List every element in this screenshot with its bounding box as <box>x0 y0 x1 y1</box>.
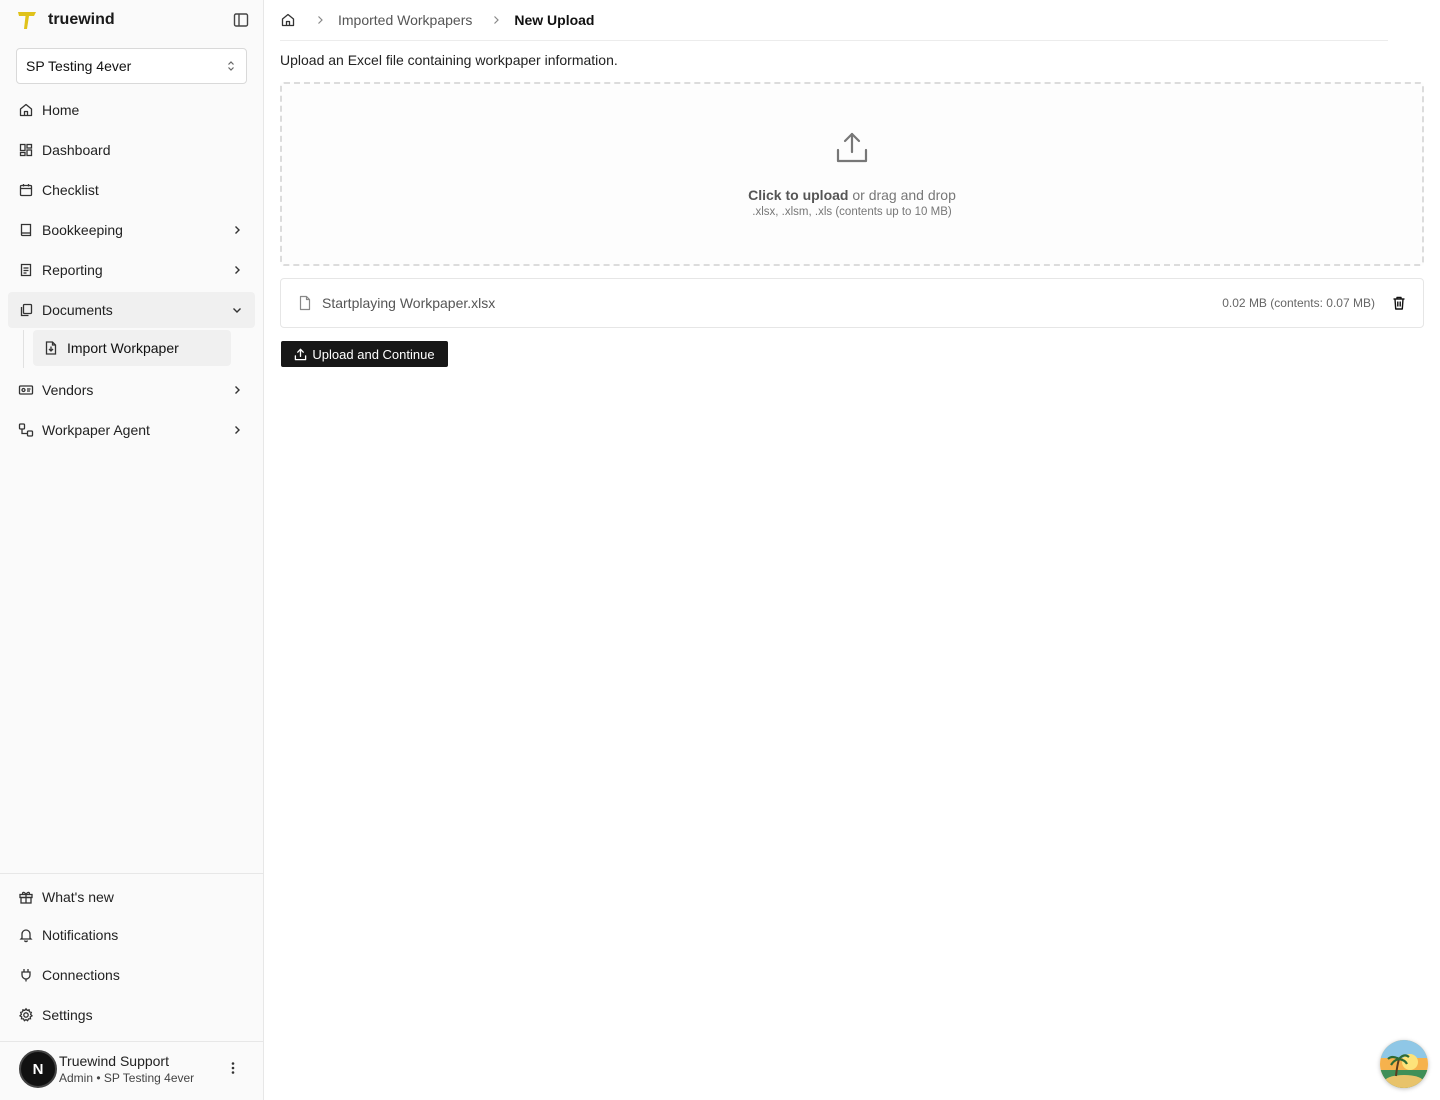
sidebar-item-label: Home <box>42 102 80 118</box>
user-info: Truewind Support Admin • SP Testing 4eve… <box>59 1052 194 1086</box>
sidebar-item-whats-new[interactable]: What's new <box>8 879 255 915</box>
bell-icon <box>19 929 33 943</box>
chevron-right-icon <box>235 266 240 274</box>
sidebar-item-bookkeeping[interactable]: Bookkeeping <box>8 212 255 248</box>
dropzone-hint: .xlsx, .xlsm, .xls (contents up to 10 MB… <box>752 206 952 218</box>
organization-select[interactable]: SP Testing 4ever <box>16 48 247 84</box>
file-name: Startplaying Workpaper.xlsx <box>322 295 496 311</box>
user-role: Admin • SP Testing 4ever <box>59 1071 195 1085</box>
sidebar-item-checklist[interactable]: Checklist <box>8 172 255 208</box>
home-icon <box>19 103 33 117</box>
chevron-right-icon <box>494 16 500 24</box>
sidebar: truewind SP Testing 4ever Home Dashboard <box>0 0 264 1100</box>
sidebar-item-label: Bookkeeping <box>42 222 123 238</box>
sidebar-item-workpaper-agent[interactable]: Workpaper Agent <box>8 412 255 448</box>
sidebar-toggle-icon[interactable] <box>232 11 250 29</box>
sidebar-item-label: Connections <box>42 967 120 983</box>
chevron-down-icon <box>233 308 241 313</box>
beach-avatar-icon <box>1380 1040 1428 1088</box>
user-name: Truewind Support <box>59 1053 169 1069</box>
sidebar-item-label: Settings <box>42 1007 93 1023</box>
brand-name: truewind <box>48 11 115 28</box>
sidebar-item-reporting[interactable]: Reporting <box>8 252 255 288</box>
page-description: Upload an Excel file containing workpape… <box>280 52 618 68</box>
chevron-up-down-icon <box>228 61 234 71</box>
sidebar-item-label: Dashboard <box>42 142 111 158</box>
sidebar-item-label: What's new <box>42 889 114 905</box>
uploaded-file-row: Startplaying Workpaper.xlsx 0.02 MB (con… <box>280 278 1424 328</box>
upload-icon <box>836 132 868 163</box>
sidebar-item-connections[interactable]: Connections <box>8 957 255 993</box>
upload-and-continue-button[interactable]: Upload and Continue <box>281 341 448 367</box>
sidebar-item-label: Workpaper Agent <box>42 422 150 438</box>
sidebar-item-notifications[interactable]: Notifications <box>8 917 255 953</box>
chevron-right-icon <box>235 226 240 234</box>
sidebar-item-documents[interactable]: Documents <box>8 292 255 328</box>
dropzone-instruction: Click to upload or drag and drop <box>282 187 1422 203</box>
book-icon <box>20 223 32 237</box>
workflow-icon <box>18 423 34 437</box>
sidebar-item-label: Notifications <box>42 927 119 943</box>
upload-and-continue-label: Upload and Continue <box>312 346 435 362</box>
sidebar-item-vendors[interactable]: Vendors <box>8 372 255 408</box>
brand: truewind <box>16 8 250 32</box>
gift-icon <box>19 891 33 904</box>
sidebar-item-settings[interactable]: Settings <box>8 997 255 1033</box>
home-icon[interactable] <box>280 12 296 28</box>
file-size: 0.02 MB (contents: 0.07 MB) <box>1222 296 1375 310</box>
chevron-right-icon <box>235 426 240 434</box>
chevron-right-icon <box>235 386 240 394</box>
breadcrumb-imported-workpapers[interactable]: Imported Workpapers <box>338 12 472 28</box>
copy-icon <box>20 303 33 317</box>
breadcrumb-current-page: New Upload <box>514 12 595 28</box>
gear-icon <box>18 1007 34 1022</box>
drag-drop-text: or drag and drop <box>848 187 956 203</box>
grid-icon <box>19 143 33 157</box>
click-to-upload-text[interactable]: Click to upload <box>748 187 848 203</box>
header-divider <box>280 40 1388 41</box>
avatar: N <box>19 1050 57 1088</box>
report-icon <box>20 263 32 277</box>
file-dropzone[interactable]: Click to upload or drag and drop .xlsx, … <box>280 82 1424 266</box>
sidebar-item-label: Checklist <box>42 182 99 198</box>
more-vertical-icon[interactable] <box>225 1060 241 1076</box>
sidebar-subitem-label: Import Workpaper <box>67 340 179 356</box>
sidebar-item-dashboard[interactable]: Dashboard <box>8 132 255 168</box>
organization-select-value: SP Testing 4ever <box>26 58 132 74</box>
sidebar-item-label: Reporting <box>42 262 103 278</box>
support-chat-launcher[interactable] <box>1380 1040 1428 1088</box>
sidebar-subitem-import-workpaper[interactable]: Import Workpaper <box>33 330 231 366</box>
user-profile[interactable]: N Truewind Support Admin • SP Testing 4e… <box>19 1044 249 1094</box>
file-import-icon <box>45 341 57 355</box>
submenu-guide-line <box>23 330 24 368</box>
id-card-icon <box>18 385 34 395</box>
calendar-icon <box>19 184 33 197</box>
breadcrumb: Imported Workpapers New Upload <box>280 8 594 32</box>
sidebar-divider <box>0 873 263 874</box>
truewind-logo-icon <box>18 12 36 29</box>
sidebar-item-label: Documents <box>42 302 113 318</box>
plug-icon <box>21 969 31 982</box>
upload-icon <box>295 348 307 360</box>
chevron-right-icon <box>318 16 323 24</box>
sidebar-item-home[interactable]: Home <box>8 92 255 128</box>
file-icon <box>299 295 311 311</box>
trash-icon[interactable] <box>1391 295 1407 311</box>
sidebar-item-label: Vendors <box>42 382 94 398</box>
sidebar-divider <box>0 1041 263 1042</box>
